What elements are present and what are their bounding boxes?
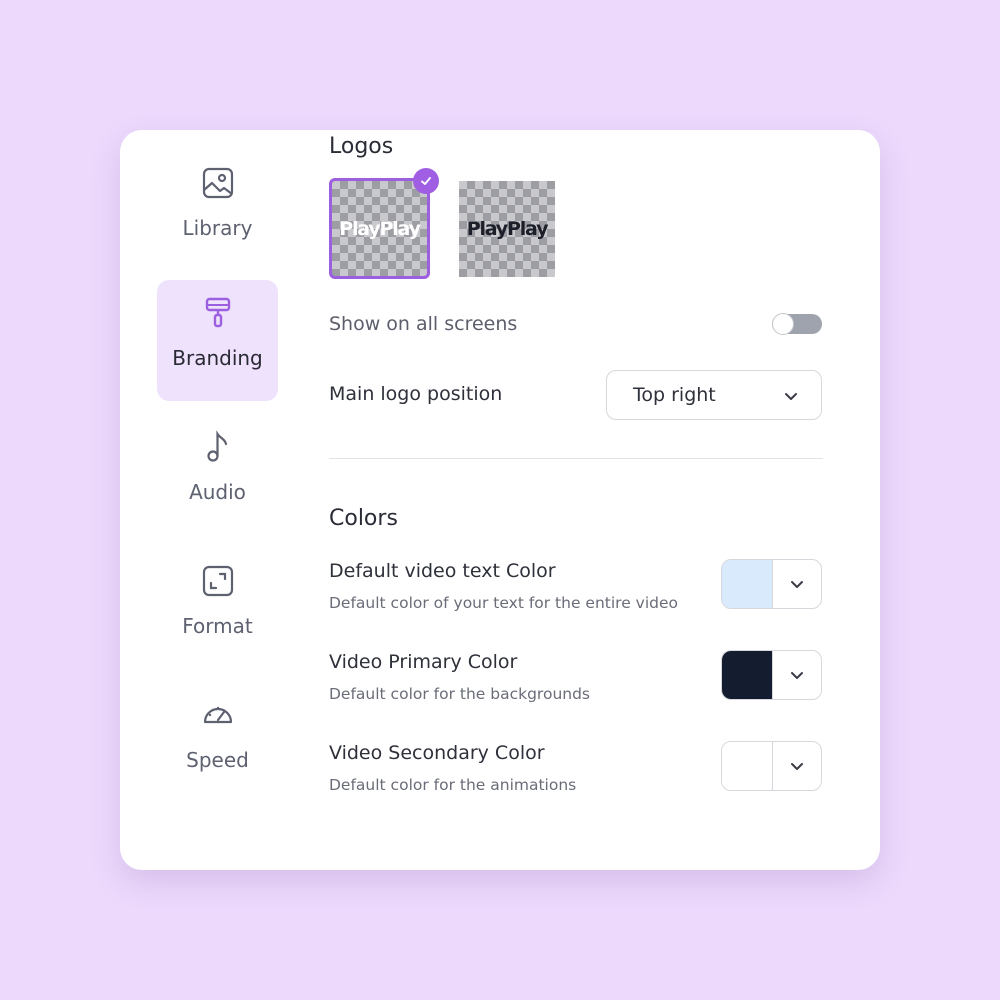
sidebar-item-audio[interactable]: Audio — [157, 414, 278, 535]
sidebar-item-label: Library — [182, 216, 253, 240]
settings-panel: Library Branding Audio Format Speed Logo… — [120, 130, 880, 870]
color-swatch — [722, 742, 773, 790]
primary-color-picker[interactable] — [721, 650, 822, 700]
branding-settings: Logos PlayPlay PlayPlay Show on all scre… — [329, 130, 823, 870]
show-on-all-screens-label: Show on all screens — [329, 313, 518, 335]
check-icon — [413, 168, 439, 194]
chevron-down-icon — [785, 393, 797, 400]
main-logo-position-label: Main logo position — [329, 383, 503, 405]
sidebar-item-library[interactable]: Library — [157, 150, 278, 271]
paint-roller-icon — [205, 297, 231, 328]
sidebar-item-speed[interactable]: Speed — [157, 682, 278, 803]
color-swatch — [722, 560, 773, 608]
color-item-title: Video Secondary Color — [329, 742, 545, 764]
logo-option-dark[interactable]: PlayPlay — [459, 181, 555, 277]
sidebar-item-label: Format — [182, 614, 253, 638]
music-note-icon — [207, 430, 228, 462]
sidebar-item-label: Audio — [189, 480, 246, 504]
toggle-knob — [772, 313, 794, 335]
logo-text: PlayPlay — [466, 218, 549, 240]
color-item-description: Default color for the backgrounds — [329, 685, 591, 703]
logo-position-select[interactable]: Top right — [606, 370, 822, 420]
chevron-down-icon — [791, 763, 803, 770]
color-item-title: Default video text Color — [329, 560, 556, 582]
sidebar-item-label: Branding — [172, 346, 263, 370]
resize-icon — [202, 565, 234, 597]
chevron-down-icon — [791, 672, 803, 679]
divider — [329, 458, 823, 459]
color-item-description: Default color for the animations — [329, 776, 577, 794]
text-color-picker[interactable] — [721, 559, 822, 609]
color-swatch — [722, 651, 773, 699]
color-item-title: Video Primary Color — [329, 651, 518, 673]
color-item-description: Default color of your text for the entir… — [329, 594, 678, 612]
logo-text: PlayPlay — [339, 217, 421, 240]
colors-title: Colors — [329, 506, 398, 531]
logo-position-value: Top right — [633, 384, 716, 406]
image-icon — [202, 167, 234, 199]
sidebar-item-branding[interactable]: Branding — [157, 280, 278, 401]
logos-title: Logos — [329, 134, 394, 159]
secondary-color-picker[interactable] — [721, 741, 822, 791]
sidebar-item-format[interactable]: Format — [157, 548, 278, 669]
chevron-down-icon — [791, 581, 803, 588]
show-on-all-screens-toggle[interactable] — [772, 313, 822, 335]
speedometer-icon — [203, 706, 233, 724]
logo-option-light[interactable]: PlayPlay — [329, 178, 430, 279]
sidebar-item-label: Speed — [186, 748, 249, 772]
